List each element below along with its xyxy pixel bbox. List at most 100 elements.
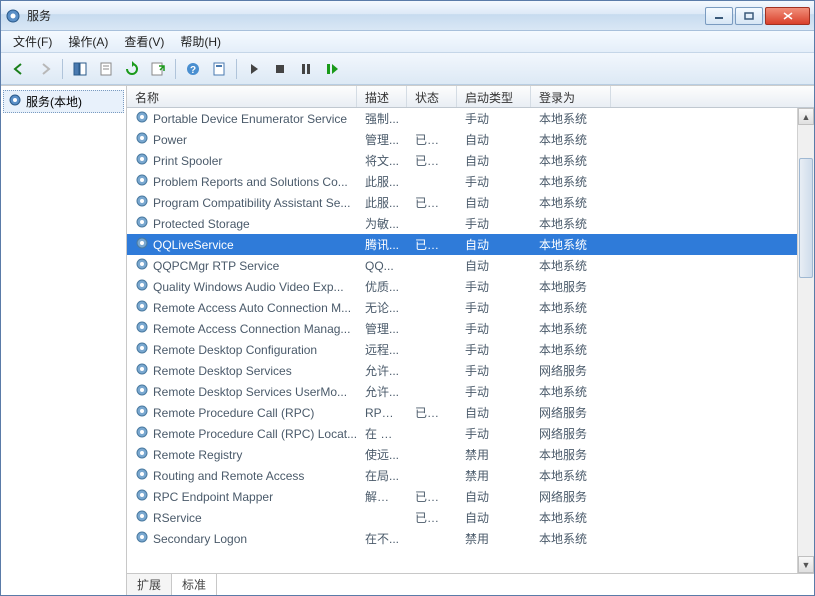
- export-button[interactable]: [146, 57, 170, 81]
- service-name-cell: RService: [127, 509, 357, 526]
- service-name-cell: Routing and Remote Access: [127, 467, 357, 484]
- service-startup-cell: 禁用: [457, 530, 531, 547]
- stop-service-button[interactable]: [268, 57, 292, 81]
- gear-icon: [135, 341, 149, 358]
- service-row[interactable]: RService已启动自动本地系统: [127, 507, 814, 528]
- service-logon-cell: 本地系统: [531, 530, 611, 547]
- service-row[interactable]: Remote Registry使远...禁用本地服务: [127, 444, 814, 465]
- gear-icon: [135, 152, 149, 169]
- service-startup-cell: 自动: [457, 194, 531, 211]
- gear-icon: [135, 110, 149, 127]
- service-startup-cell: 手动: [457, 110, 531, 127]
- service-logon-cell: 本地系统: [531, 509, 611, 526]
- service-row[interactable]: Remote Procedure Call (RPC) Locat...在 W.…: [127, 423, 814, 444]
- service-row[interactable]: QQLiveService腾讯...已启动自动本地系统: [127, 234, 814, 255]
- service-logon-cell: 本地系统: [531, 467, 611, 484]
- column-logon-header[interactable]: 登录为: [531, 86, 611, 107]
- service-startup-cell: 手动: [457, 215, 531, 232]
- service-description-cell: 解析 ...: [357, 488, 407, 505]
- service-startup-cell: 手动: [457, 362, 531, 379]
- properties2-button[interactable]: [207, 57, 231, 81]
- service-startup-cell: 自动: [457, 404, 531, 421]
- service-row[interactable]: Remote Access Connection Manag...管理...手动…: [127, 318, 814, 339]
- service-row[interactable]: Problem Reports and Solutions Co...此服...…: [127, 171, 814, 192]
- service-name-text: Remote Desktop Services: [153, 364, 292, 378]
- menu-help[interactable]: 帮助(H): [172, 31, 229, 52]
- gear-icon: [135, 425, 149, 442]
- service-row[interactable]: Protected Storage为敏...手动本地系统: [127, 213, 814, 234]
- service-row[interactable]: Remote Desktop Configuration远程...手动本地系统: [127, 339, 814, 360]
- service-row[interactable]: Print Spooler将文...已启动自动本地系统: [127, 150, 814, 171]
- menu-file[interactable]: 文件(F): [5, 31, 60, 52]
- gear-icon: [135, 509, 149, 526]
- service-name-cell: Portable Device Enumerator Service: [127, 110, 357, 127]
- list-body[interactable]: Portable Device Enumerator Service强制...手…: [127, 108, 814, 573]
- service-row[interactable]: Remote Desktop Services UserMo...允许...手动…: [127, 381, 814, 402]
- service-logon-cell: 本地系统: [531, 383, 611, 400]
- service-name-cell: Problem Reports and Solutions Co...: [127, 173, 357, 190]
- service-logon-cell: 本地系统: [531, 152, 611, 169]
- service-description-cell: 允许...: [357, 383, 407, 400]
- service-name-text: Quality Windows Audio Video Exp...: [153, 280, 344, 294]
- bottom-tabs: 扩展 标准: [127, 573, 814, 595]
- tree-root-services-local[interactable]: 服务(本地): [3, 90, 124, 113]
- menu-view[interactable]: 查看(V): [116, 31, 172, 52]
- list-header: 名称 描述 状态 启动类型 登录为: [127, 86, 814, 108]
- gear-icon: [135, 362, 149, 379]
- service-row[interactable]: Secondary Logon在不...禁用本地系统: [127, 528, 814, 549]
- show-hide-tree-button[interactable]: [68, 57, 92, 81]
- scroll-down-button[interactable]: ▼: [798, 556, 814, 573]
- column-startup-header[interactable]: 启动类型: [457, 86, 531, 107]
- column-name-header[interactable]: 名称: [127, 86, 357, 107]
- titlebar[interactable]: 服务: [1, 1, 814, 31]
- menu-action[interactable]: 操作(A): [60, 31, 116, 52]
- scroll-up-button[interactable]: ▲: [798, 108, 814, 125]
- tab-standard[interactable]: 标准: [171, 574, 217, 595]
- service-description-cell: 管理...: [357, 320, 407, 337]
- restart-service-button[interactable]: [320, 57, 344, 81]
- window-controls: [705, 7, 810, 25]
- gear-icon: [135, 446, 149, 463]
- properties-button[interactable]: [94, 57, 118, 81]
- back-button[interactable]: [7, 57, 31, 81]
- service-row[interactable]: QQPCMgr RTP ServiceQQ...自动本地系统: [127, 255, 814, 276]
- service-row[interactable]: Routing and Remote Access在局...禁用本地系统: [127, 465, 814, 486]
- start-service-button[interactable]: [242, 57, 266, 81]
- service-row[interactable]: Remote Desktop Services允许...手动网络服务: [127, 360, 814, 381]
- service-status-cell: 已启动: [407, 236, 457, 253]
- service-row[interactable]: Remote Procedure Call (RPC)RPC...已启动自动网络…: [127, 402, 814, 423]
- service-status-cell: 已启动: [407, 488, 457, 505]
- help-button[interactable]: ?: [181, 57, 205, 81]
- vertical-scrollbar[interactable]: ▲ ▼: [797, 108, 814, 573]
- pause-service-button[interactable]: [294, 57, 318, 81]
- service-description-cell: 无论...: [357, 299, 407, 316]
- column-description-header[interactable]: 描述: [357, 86, 407, 107]
- service-row[interactable]: Program Compatibility Assistant Se...此服.…: [127, 192, 814, 213]
- service-description-cell: 优质...: [357, 278, 407, 295]
- close-button[interactable]: [765, 7, 810, 25]
- column-status-header[interactable]: 状态: [407, 86, 457, 107]
- service-name-cell: Remote Desktop Configuration: [127, 341, 357, 358]
- tab-extended[interactable]: 扩展: [126, 574, 172, 595]
- service-row[interactable]: Quality Windows Audio Video Exp...优质...手…: [127, 276, 814, 297]
- service-name-cell: Remote Desktop Services UserMo...: [127, 383, 357, 400]
- service-name-cell: QQLiveService: [127, 236, 357, 253]
- gear-icon: [135, 131, 149, 148]
- maximize-button[interactable]: [735, 7, 763, 25]
- gear-icon: [135, 236, 149, 253]
- refresh-button[interactable]: [120, 57, 144, 81]
- toolbar-separator: [62, 59, 63, 79]
- service-name-text: Remote Procedure Call (RPC): [153, 406, 314, 420]
- gear-icon: [135, 320, 149, 337]
- service-logon-cell: 网络服务: [531, 362, 611, 379]
- service-name-text: Remote Access Connection Manag...: [153, 322, 350, 336]
- scroll-thumb[interactable]: [799, 158, 813, 278]
- service-startup-cell: 自动: [457, 152, 531, 169]
- service-row[interactable]: Remote Access Auto Connection M...无论...手…: [127, 297, 814, 318]
- body-area: 服务(本地) 名称 描述 状态 启动类型 登录为 Portable Device…: [1, 85, 814, 595]
- forward-button[interactable]: [33, 57, 57, 81]
- service-row[interactable]: RPC Endpoint Mapper解析 ...已启动自动网络服务: [127, 486, 814, 507]
- service-row[interactable]: Portable Device Enumerator Service强制...手…: [127, 108, 814, 129]
- service-row[interactable]: Power管理...已启动自动本地系统: [127, 129, 814, 150]
- minimize-button[interactable]: [705, 7, 733, 25]
